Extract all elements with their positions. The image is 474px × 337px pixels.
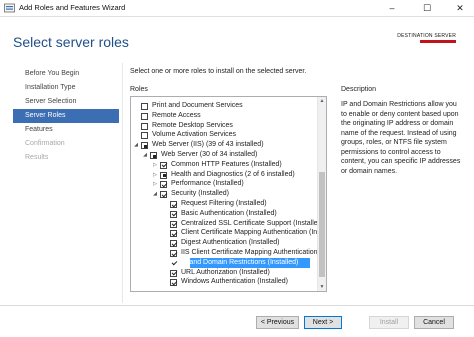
tree-row[interactable]: ◢ Security (Installed) [131, 189, 317, 199]
role-checkbox[interactable] [170, 250, 177, 257]
tree-row[interactable]: IIS Client Certificate Mapping Authentic… [131, 248, 326, 258]
maximize-button[interactable]: ☐ [415, 0, 439, 16]
role-label: Web Server (30 of 34 installed) [161, 151, 258, 158]
collapse-icon[interactable]: ◢ [133, 140, 139, 150]
tree-row[interactable]: Windows Authentication (Installed) [131, 277, 317, 287]
cancel-button[interactable]: Cancel [414, 316, 454, 329]
expand-icon[interactable]: ▷ [152, 160, 158, 170]
role-label: Health and Diagnostics (2 of 6 installed… [171, 170, 295, 178]
tree-row[interactable]: Digest Authentication (Installed) [131, 238, 317, 248]
next-button[interactable]: Next > [304, 316, 342, 329]
role-checkbox[interactable] [160, 171, 167, 179]
role-checkbox[interactable] [170, 279, 177, 287]
role-label: IP and Domain Restrictions (Installed) [181, 258, 299, 266]
scroll-down-icon[interactable]: ▼ [318, 283, 326, 291]
nav-item-results: Results [25, 154, 49, 161]
role-label: Common HTTP Features (Installed) [171, 160, 282, 168]
role-checkbox[interactable] [160, 181, 167, 189]
tree-row[interactable]: ▷ Health and Diagnostics (2 of 6 installe… [131, 170, 317, 180]
close-button[interactable]: ✕ [448, 0, 472, 16]
tree-row[interactable]: Request Filtering (Installed) [131, 199, 317, 209]
page-title: Select server roles [13, 34, 129, 50]
description-text: IP and Domain Restrictions allow you to … [341, 101, 461, 175]
scroll-up-icon[interactable]: ▲ [318, 97, 326, 105]
roles-heading: Roles [130, 86, 148, 93]
wizard-header: Select server roles DESTINATION SERVER [0, 17, 474, 63]
tree-row[interactable]: ▷ Performance (Installed) [131, 179, 317, 189]
nav-item-server-selection[interactable]: Server Selection [25, 96, 76, 108]
tree-row[interactable]: Client Certificate Mapping Authenticatio… [131, 228, 326, 238]
nav-item-server-roles[interactable]: Server Roles [25, 110, 65, 122]
role-checkbox[interactable] [170, 210, 177, 218]
minimize-button[interactable]: – [380, 0, 404, 16]
window-title: Add Roles and Features Wizard [19, 3, 126, 12]
tree-row[interactable]: ◢ Web Server (IIS) (39 of 43 installed) [131, 140, 317, 150]
collapse-icon[interactable]: ◢ [152, 189, 158, 199]
nav-item-installation-type[interactable]: Installation Type [25, 82, 75, 94]
role-checkbox[interactable] [170, 269, 177, 277]
roles-scrollbar[interactable]: ▲ ▼ [317, 97, 326, 291]
previous-button[interactable]: < Previous [256, 316, 299, 329]
role-checkbox[interactable] [170, 230, 177, 238]
role-label: Digest Authentication (Installed) [181, 239, 280, 247]
destination-server-label: DESTINATION SERVER [397, 33, 456, 39]
title-bar: Add Roles and Features Wizard – ☐ ✕ [0, 0, 474, 17]
role-label: Remote Desktop Services [152, 121, 233, 129]
role-label: Security (Installed) [171, 190, 229, 198]
tree-row[interactable]: Volume Activation Services [131, 130, 317, 140]
tree-row[interactable]: Basic Authentication (Installed) [131, 209, 317, 219]
nav-item-before-you-begin[interactable]: Before You Begin [25, 68, 79, 80]
tree-row[interactable]: ▷ Common HTTP Features (Installed) [131, 160, 317, 170]
tree-row[interactable]: URL Authorization (Installed) [131, 268, 317, 278]
role-label: Remote Access [152, 111, 201, 119]
role-label: URL Authorization (Installed) [181, 268, 270, 276]
destination-server-value [420, 40, 456, 43]
role-label: Web Server (IIS) (39 of 43 installed) [152, 141, 264, 149]
expand-icon[interactable]: ▷ [152, 179, 158, 189]
role-label: Volume Activation Services [152, 131, 237, 139]
server-manager-icon [4, 3, 15, 13]
role-checkbox[interactable] [141, 112, 148, 120]
nav-item-confirmation: Confirmation [25, 140, 65, 147]
role-checkbox[interactable] [170, 220, 177, 228]
roles-tree[interactable]: Print and Document Services Remote Access… [130, 96, 327, 292]
role-checkbox[interactable] [141, 122, 148, 130]
role-label: Performance (Installed) [171, 180, 244, 188]
role-checkbox[interactable] [170, 259, 177, 267]
role-label: Basic Authentication (Installed) [181, 209, 277, 217]
role-checkbox[interactable] [141, 132, 148, 140]
scrollbar-thumb[interactable] [319, 172, 325, 277]
tree-row[interactable]: Remote Access [131, 111, 317, 121]
divider [122, 63, 123, 303]
tree-row[interactable]: Print and Document Services [131, 101, 317, 111]
role-label: Centralized SSL Certificate Support (Ins… [181, 219, 324, 227]
role-label: Request Filtering (Installed) [181, 200, 267, 207]
role-checkbox[interactable] [141, 142, 148, 150]
expand-icon[interactable]: ▷ [152, 170, 158, 180]
role-checkbox[interactable] [170, 201, 177, 208]
tree-row[interactable]: Remote Desktop Services [131, 121, 317, 131]
nav-item-features[interactable]: Features [25, 124, 53, 136]
role-label: Print and Document Services [152, 102, 243, 109]
role-checkbox[interactable] [170, 240, 177, 248]
tree-row[interactable]: Centralized SSL Certificate Support (Ins… [131, 219, 324, 229]
collapse-icon[interactable]: ◢ [142, 150, 148, 160]
role-label: Windows Authentication (Installed) [181, 278, 288, 286]
install-button[interactable]: Install [369, 316, 409, 329]
role-checkbox[interactable] [150, 152, 157, 159]
role-checkbox[interactable] [141, 103, 148, 110]
role-checkbox[interactable] [160, 191, 167, 199]
role-label: Client Certificate Mapping Authenticatio… [181, 229, 327, 237]
instruction-text: Select one or more roles to install on t… [130, 68, 307, 75]
tree-row[interactable]: ◢ Web Server (30 of 34 installed) [131, 150, 317, 160]
role-label: IIS Client Certificate Mapping Authentic… [181, 249, 326, 256]
role-checkbox[interactable] [160, 161, 167, 169]
tree-row[interactable]: IP and Domain Restrictions (Installed) [131, 258, 317, 268]
description-heading: Description [341, 86, 377, 93]
